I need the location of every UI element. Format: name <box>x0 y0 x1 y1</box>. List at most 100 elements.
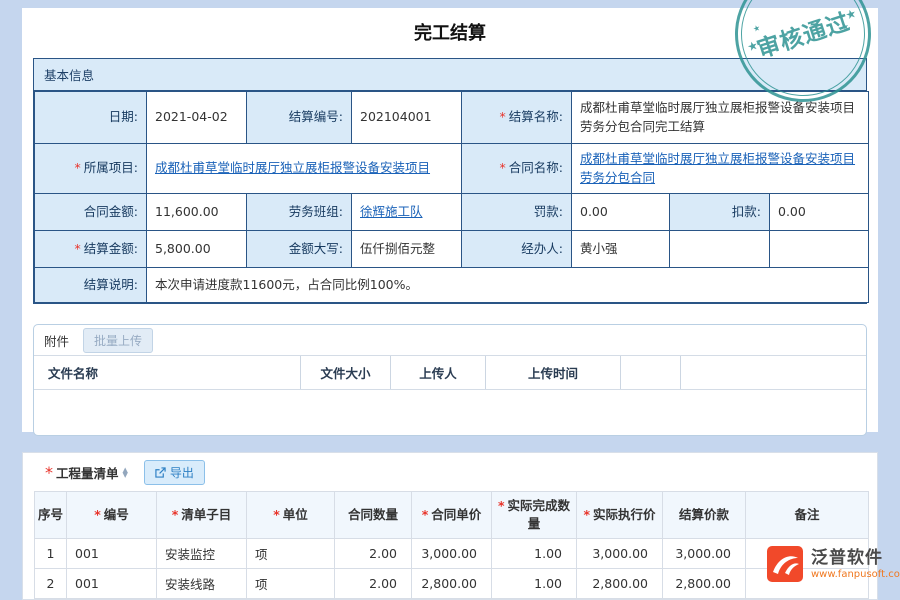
required-mark: * <box>172 507 179 522</box>
col-settlement-amount: 结算价款 <box>663 492 746 539</box>
contract-value: 成都杜甫草堂临时展厅独立展柜报警设备安装项目劳务分包合同 <box>572 144 869 194</box>
main-panel: 完工结算 基本信息 日期: 2021-04-02 结算编号: 202104001… <box>22 8 878 432</box>
required-mark: * <box>422 507 429 522</box>
cell-settlement-amount: 2,800.00 <box>663 569 746 599</box>
amount-in-words-value: 伍仟捌佰元整 <box>352 231 462 268</box>
sort-down-icon: ▼ <box>123 473 128 477</box>
brand-name: 泛普软件 <box>811 548 900 568</box>
required-mark: * <box>45 463 53 482</box>
basic-info-header: 基本信息 <box>34 59 866 91</box>
cell-seq: 2 <box>35 569 67 599</box>
fanpu-logo-icon <box>766 545 804 583</box>
column-empty <box>681 356 866 389</box>
column-uploader: 上传人 <box>391 356 486 389</box>
required-mark: * <box>500 160 506 175</box>
cell-actual-qty: 1.00 <box>492 569 577 599</box>
page-title: 完工结算 <box>22 8 878 58</box>
handler-value: 黄小强 <box>572 231 670 268</box>
column-file-size: 文件大小 <box>301 356 391 389</box>
empty-cell <box>670 231 770 268</box>
cell-seq: 1 <box>35 539 67 569</box>
settlement-name-label: *结算名称: <box>462 92 572 144</box>
labor-team-link[interactable]: 徐辉施工队 <box>360 204 423 219</box>
col-contract-price: *合同单价 <box>412 492 492 539</box>
labor-team-label: 劳务班组: <box>247 194 352 231</box>
project-link[interactable]: 成都杜甫草堂临时展厅独立展柜报警设备安装项目 <box>155 160 430 175</box>
col-list-item: *清单子目 <box>157 492 247 539</box>
settlement-amount-label: *结算金额: <box>35 231 147 268</box>
note-value: 本次申请进度款11600元，占合同比例100%。 <box>147 268 869 303</box>
attachments-section: 附件 批量上传 文件名称 文件大小 上传人 上传时间 <box>33 324 867 436</box>
date-label: 日期: <box>35 92 147 144</box>
col-remark: 备注 <box>746 492 869 539</box>
quantity-table: 序号 *编号 *清单子目 *单位 合同数量 *合同单价 *实际完成数量 *实际执… <box>34 491 869 599</box>
col-code: *编号 <box>67 492 157 539</box>
table-row: *结算金额: 5,800.00 金额大写: 伍仟捌佰元整 经办人: 黄小强 <box>35 231 869 268</box>
sort-icon[interactable]: ▲ ▼ <box>123 468 128 477</box>
col-actual-qty: *实际完成数量 <box>492 492 577 539</box>
cell-contract-price: 3,000.00 <box>412 539 492 569</box>
contract-label: *合同名称: <box>462 144 572 194</box>
date-value: 2021-04-02 <box>147 92 247 144</box>
required-mark: * <box>583 507 590 522</box>
column-empty <box>621 356 681 389</box>
col-unit: *单位 <box>247 492 335 539</box>
penalty-value: 0.00 <box>572 194 670 231</box>
required-mark: * <box>75 160 81 175</box>
table-row: 结算说明: 本次申请进度款11600元，占合同比例100%。 <box>35 268 869 303</box>
empty-cell <box>770 231 869 268</box>
deduction-label: 扣款: <box>670 194 770 231</box>
cell-actual-qty: 1.00 <box>492 539 577 569</box>
brand-logo: 泛普软件 www.fanpusoft.com <box>766 545 900 583</box>
table-row: 合同金额: 11,600.00 劳务班组: 徐辉施工队 罚款: 0.00 扣款:… <box>35 194 869 231</box>
col-contract-qty: 合同数量 <box>335 492 412 539</box>
required-mark: * <box>273 507 280 522</box>
quantity-list-title: 工程量清单 <box>56 463 119 482</box>
cell-settlement-amount: 3,000.00 <box>663 539 746 569</box>
col-seq: 序号 <box>35 492 67 539</box>
quantity-list-panel: * 工程量清单 ▲ ▼ 导出 序号 *编号 *清单子目 *单位 合同数量 * <box>22 452 878 600</box>
settlement-no-label: 结算编号: <box>247 92 352 144</box>
table-row: 2 001 安装线路 项 2.00 2,800.00 1.00 2,800.00… <box>35 569 869 599</box>
handler-label: 经办人: <box>462 231 572 268</box>
cell-contract-qty: 2.00 <box>335 539 412 569</box>
export-button[interactable]: 导出 <box>144 460 205 485</box>
attachments-header: 附件 批量上传 <box>34 325 866 355</box>
quantity-table-header-row: 序号 *编号 *清单子目 *单位 合同数量 *合同单价 *实际完成数量 *实际执… <box>35 492 869 539</box>
column-upload-time: 上传时间 <box>486 356 621 389</box>
labor-team-value: 徐辉施工队 <box>352 194 462 231</box>
brand-text-block: 泛普软件 www.fanpusoft.com <box>811 548 900 579</box>
contract-link[interactable]: 成都杜甫草堂临时展厅独立展柜报警设备安装项目劳务分包合同 <box>580 151 855 185</box>
project-value: 成都杜甫草堂临时展厅独立展柜报警设备安装项目 <box>147 144 462 194</box>
contract-amount-value: 11,600.00 <box>147 194 247 231</box>
cell-code: 001 <box>67 569 157 599</box>
batch-upload-button[interactable]: 批量上传 <box>83 328 153 353</box>
cell-actual-price: 3,000.00 <box>577 539 663 569</box>
table-row: 日期: 2021-04-02 结算编号: 202104001 *结算名称: 成都… <box>35 92 869 144</box>
settlement-name-value: 成都杜甫草堂临时展厅独立展柜报警设备安装项目劳务分包合同完工结算 <box>572 92 869 144</box>
table-row: 1 001 安装监控 项 2.00 3,000.00 1.00 3,000.00… <box>35 539 869 569</box>
basic-info-section: 基本信息 日期: 2021-04-02 结算编号: 202104001 *结算名… <box>33 58 867 304</box>
cell-actual-price: 2,800.00 <box>577 569 663 599</box>
attachments-empty-area <box>34 390 866 436</box>
amount-in-words-label: 金额大写: <box>247 231 352 268</box>
attachments-table-header: 文件名称 文件大小 上传人 上传时间 <box>34 355 866 390</box>
cell-contract-qty: 2.00 <box>335 569 412 599</box>
contract-amount-label: 合同金额: <box>35 194 147 231</box>
cell-list-item: 安装线路 <box>157 569 247 599</box>
col-actual-price: *实际执行价 <box>577 492 663 539</box>
table-row: *所属项目: 成都杜甫草堂临时展厅独立展柜报警设备安装项目 *合同名称: 成都杜… <box>35 144 869 194</box>
required-mark: * <box>75 241 81 256</box>
cell-contract-price: 2,800.00 <box>412 569 492 599</box>
brand-url: www.fanpusoft.com <box>811 569 900 580</box>
deduction-value: 0.00 <box>770 194 869 231</box>
column-file-name: 文件名称 <box>34 356 301 389</box>
cell-list-item: 安装监控 <box>157 539 247 569</box>
cell-code: 001 <box>67 539 157 569</box>
required-mark: * <box>500 109 506 124</box>
attachments-title: 附件 <box>44 331 69 350</box>
export-icon <box>155 467 166 478</box>
cell-unit: 项 <box>247 569 335 599</box>
required-mark: * <box>94 507 101 522</box>
note-label: 结算说明: <box>35 268 147 303</box>
